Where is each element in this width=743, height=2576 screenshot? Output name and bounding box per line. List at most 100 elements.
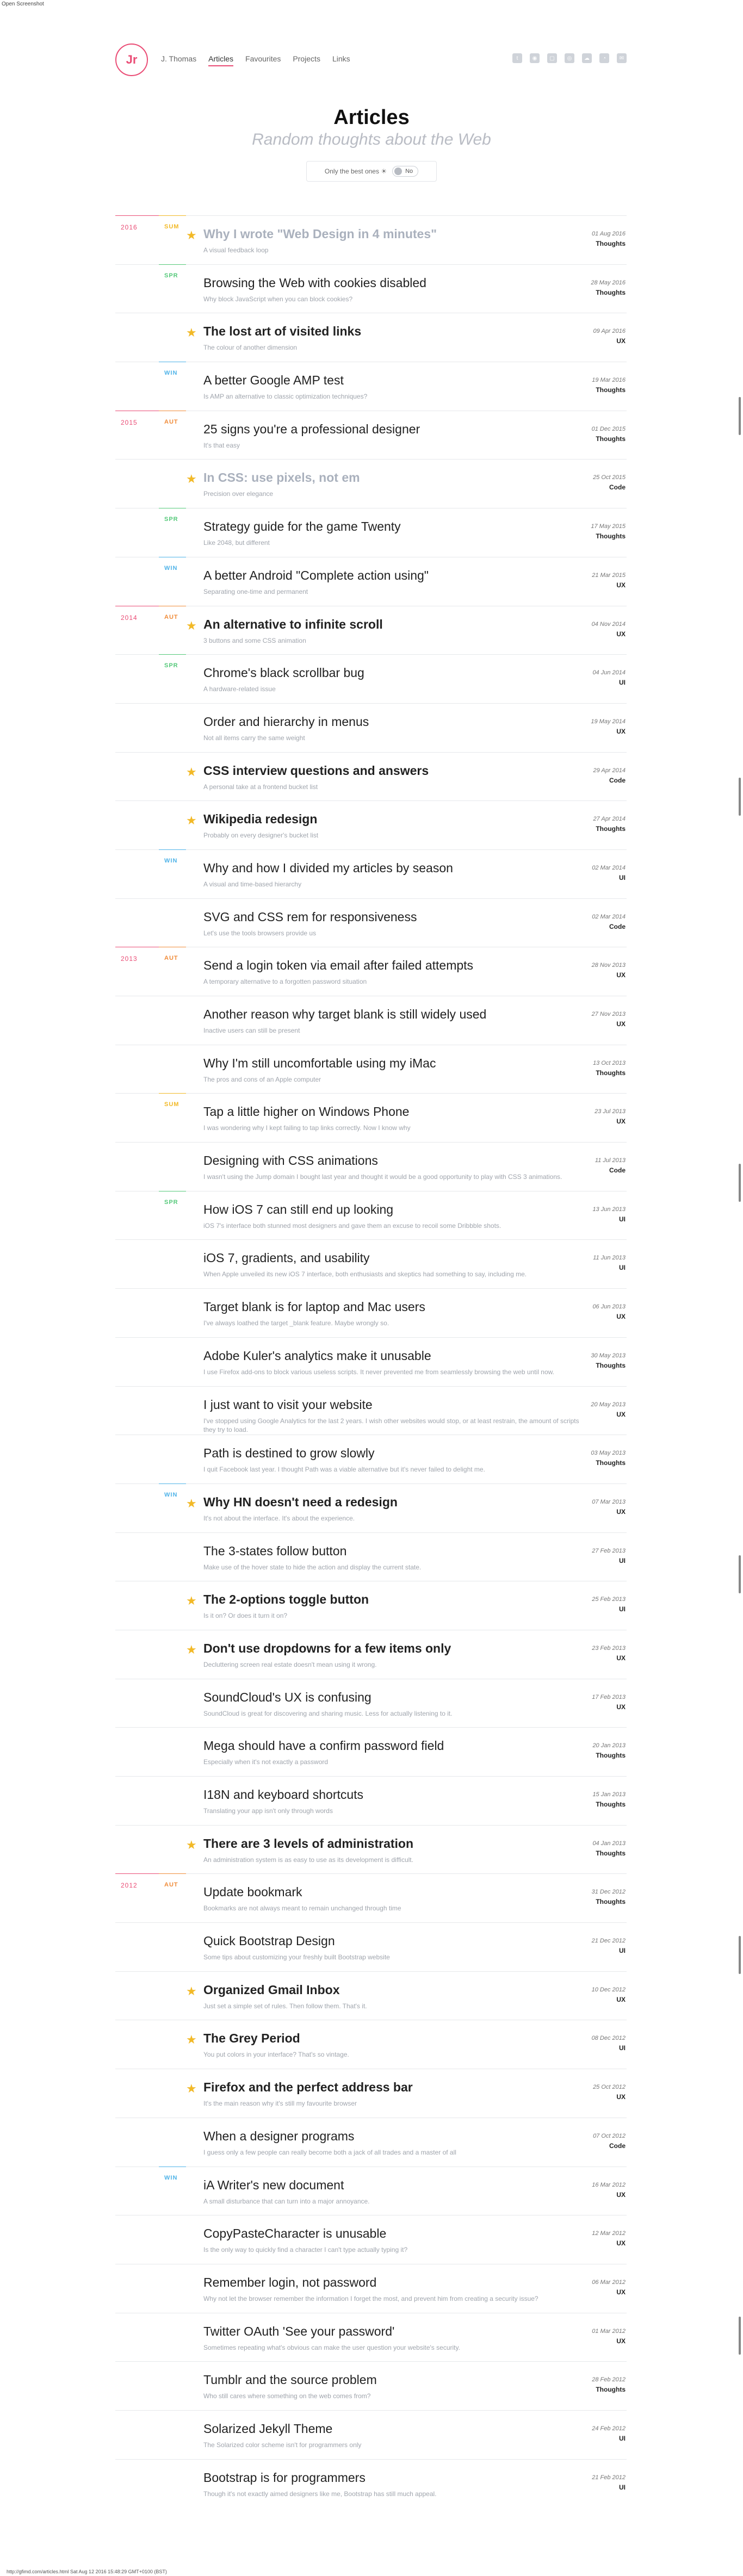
article-row[interactable]: ★ CSS interview questions and answers A pe…	[115, 752, 627, 801]
article-category[interactable]: Thoughts	[596, 1459, 626, 1467]
article-category[interactable]: Thoughts	[596, 289, 626, 296]
article-category[interactable]: Thoughts	[596, 825, 626, 833]
article-row[interactable]: 2014 AUT ★ An alternative to infinite scrol…	[115, 605, 627, 655]
article-row[interactable]: 2012 AUT Update bookmark Bookmarks are not …	[115, 1873, 627, 1922]
article-row[interactable]: WIN ★ Why HN doesn't need a redesign It's n…	[115, 1483, 627, 1532]
article-row[interactable]: The 3-states follow button Make use of th…	[115, 1532, 627, 1581]
article-title-link[interactable]: Firefox and the perfect address bar	[203, 2080, 413, 2095]
article-row[interactable]: Why I'm still uncomfortable using my iMa…	[115, 1044, 627, 1094]
best-toggle[interactable]: No	[392, 166, 419, 177]
article-row[interactable]: WIN A better Google AMP test Is AMP an alt…	[115, 362, 627, 411]
article-title-link[interactable]: 25 signs you're a professional designer	[203, 422, 420, 437]
article-title-link[interactable]: The 3-states follow button	[203, 1544, 346, 1559]
article-title-link[interactable]: There are 3 levels of administration	[203, 1836, 413, 1851]
article-row[interactable]: SPR Browsing the Web with cookies disable…	[115, 264, 627, 313]
article-category[interactable]: UI	[619, 1264, 626, 1271]
article-title-link[interactable]: Adobe Kuler's analytics make it unusable	[203, 1349, 431, 1363]
article-title-link[interactable]: I18N and keyboard shortcuts	[203, 1787, 363, 1802]
article-row[interactable]: Path is destined to grow slowly I quit Fa…	[115, 1435, 627, 1483]
article-title-link[interactable]: A better Android "Complete action using"	[203, 568, 429, 583]
article-row[interactable]: SUM Tap a little higher on Windows Phone I…	[115, 1093, 627, 1142]
article-category[interactable]: UX	[616, 1313, 626, 1320]
article-category[interactable]: Thoughts	[596, 1801, 626, 1808]
article-row[interactable]: iOS 7, gradients, and usability When Appl…	[115, 1239, 627, 1288]
article-title-link[interactable]: Update bookmark	[203, 1885, 302, 1900]
article-category[interactable]: Thoughts	[596, 1362, 626, 1369]
article-category[interactable]: UX	[616, 2093, 626, 2101]
article-category[interactable]: UX	[616, 1020, 626, 1028]
article-category[interactable]: Thoughts	[596, 532, 626, 540]
article-row[interactable]: WIN iA Writer's new document A small distu…	[115, 2166, 627, 2215]
article-title-link[interactable]: Strategy guide for the game Twenty	[203, 519, 401, 534]
article-category[interactable]: Thoughts	[596, 2386, 626, 2393]
article-category[interactable]: UX	[616, 581, 626, 589]
article-category[interactable]: Thoughts	[596, 1752, 626, 1759]
article-title-link[interactable]: Don't use dropdowns for a few items only	[203, 1641, 451, 1656]
article-category[interactable]: Code	[609, 777, 626, 784]
article-title-link[interactable]: Tumblr and the source problem	[203, 2373, 377, 2387]
article-category[interactable]: Thoughts	[596, 1069, 626, 1077]
article-title-link[interactable]: When a designer programs	[203, 2129, 354, 2144]
article-category[interactable]: UX	[616, 1703, 626, 1711]
article-title-link[interactable]: Send a login token via email after faile…	[203, 958, 473, 973]
article-category[interactable]: UX	[616, 2288, 626, 2296]
article-category[interactable]: UI	[619, 679, 626, 686]
article-title-link[interactable]: iA Writer's new document	[203, 2178, 344, 2193]
nav-link-home[interactable]: J. Thomas	[161, 54, 196, 66]
article-row[interactable]: ★ Don't use dropdowns for a few items onl…	[115, 1629, 627, 1679]
article-category[interactable]: UI	[619, 2435, 626, 2442]
article-row[interactable]: Twitter OAuth 'See your password' Sometim…	[115, 2312, 627, 2362]
article-category[interactable]: UX	[616, 337, 626, 345]
rss-icon[interactable]: ◔	[599, 53, 609, 63]
article-title-link[interactable]: Why HN doesn't need a redesign	[203, 1495, 398, 1510]
article-category[interactable]: Thoughts	[596, 1898, 626, 1905]
article-category[interactable]: UX	[616, 1411, 626, 1418]
article-title-link[interactable]: Tap a little higher on Windows Phone	[203, 1104, 409, 1119]
article-row[interactable]: 2015 AUT 25 signs you're a professional de…	[115, 410, 627, 460]
article-title-link[interactable]: A better Google AMP test	[203, 373, 344, 388]
article-title-link[interactable]: SoundCloud's UX is confusing	[203, 1690, 371, 1705]
article-category[interactable]: UI	[619, 1605, 626, 1613]
article-title-link[interactable]: CSS interview questions and answers	[203, 764, 429, 778]
article-category[interactable]: UI	[619, 2484, 626, 2491]
article-category[interactable]: Code	[609, 1166, 626, 1174]
article-category[interactable]: Code	[609, 923, 626, 930]
article-row[interactable]: Quick Bootstrap Design Some tips about cu…	[115, 1922, 627, 1971]
article-title-link[interactable]: Bootstrap is for programmers	[203, 2471, 366, 2485]
nav-link-projects[interactable]: Projects	[293, 54, 320, 66]
article-title-link[interactable]: SVG and CSS rem for responsiveness	[203, 910, 417, 924]
article-title-link[interactable]: Quick Bootstrap Design	[203, 1934, 335, 1948]
article-category[interactable]: UI	[619, 874, 626, 882]
article-row[interactable]: WIN A better Android "Complete action usi…	[115, 556, 627, 606]
article-row[interactable]: Tumblr and the source problem Who still c…	[115, 2361, 627, 2410]
article-title-link[interactable]: I just want to visit your website	[203, 1398, 373, 1412]
article-category[interactable]: UX	[616, 2337, 626, 2345]
article-row[interactable]: ★ The 2-options toggle button Is it on? Or…	[115, 1581, 627, 1630]
article-row[interactable]: SoundCloud's UX is confusing SoundCloud i…	[115, 1678, 627, 1728]
article-title-link[interactable]: Chrome's black scrollbar bug	[203, 666, 364, 680]
article-title-link[interactable]: Designing with CSS animations	[203, 1153, 378, 1168]
instagram-icon[interactable]: ▢	[547, 53, 557, 63]
article-row[interactable]: Remember login, not password Why not let …	[115, 2263, 627, 2313]
nav-link-articles[interactable]: Articles	[208, 54, 234, 66]
article-title-link[interactable]: Remember login, not password	[203, 2275, 376, 2290]
article-category[interactable]: UI	[619, 1557, 626, 1565]
nav-link-links[interactable]: Links	[332, 54, 350, 66]
article-row[interactable]: SVG and CSS rem for responsiveness Let's …	[115, 898, 627, 947]
article-category[interactable]: Thoughts	[596, 386, 626, 394]
article-title-link[interactable]: Why and how I divided my articles by sea…	[203, 861, 453, 876]
article-title-link[interactable]: How iOS 7 can still end up looking	[203, 1202, 393, 1217]
nav-link-favourites[interactable]: Favourites	[245, 54, 281, 66]
article-row[interactable]: ★ There are 3 levels of administration An …	[115, 1824, 627, 1874]
dribbble-icon[interactable]: ◎	[565, 53, 574, 63]
soundcloud-icon[interactable]: ☁	[582, 53, 592, 63]
article-category[interactable]: UX	[616, 2191, 626, 2199]
article-row[interactable]: ★ Firefox and the perfect address bar It's…	[115, 2069, 627, 2118]
article-title-link[interactable]: iOS 7, gradients, and usability	[203, 1251, 370, 1265]
article-row[interactable]: Bootstrap is for programmers Though it's …	[115, 2459, 627, 2508]
article-category[interactable]: UX	[616, 728, 626, 735]
article-title-link[interactable]: Solarized Jekyll Theme	[203, 2422, 332, 2436]
article-category[interactable]: Code	[609, 2142, 626, 2150]
article-category[interactable]: UX	[616, 1118, 626, 1125]
article-category[interactable]: Thoughts	[596, 435, 626, 443]
